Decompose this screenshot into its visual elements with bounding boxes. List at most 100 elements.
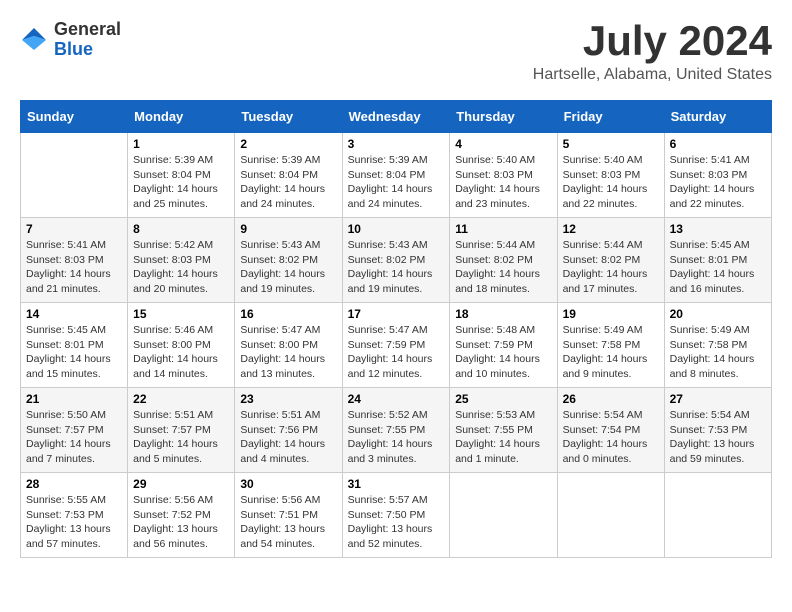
day-number: 18 [455,307,551,321]
day-info: Sunrise: 5:56 AM Sunset: 7:52 PM Dayligh… [133,493,229,552]
calendar-cell: 15Sunrise: 5:46 AM Sunset: 8:00 PM Dayli… [128,303,235,388]
calendar-cell [21,133,128,218]
day-number: 8 [133,222,229,236]
day-info: Sunrise: 5:41 AM Sunset: 8:03 PM Dayligh… [26,238,122,297]
week-row-3: 14 Sunrise: 5:45 AM Sunset: 8:01 PM Dayli… [21,303,772,388]
calendar-cell: 27Sunrise: 5:54 AM Sunset: 7:53 PM Dayli… [664,388,771,473]
calendar-cell: 21 Sunrise: 5:50 AM Sunset: 7:57 PM Dayli… [21,388,128,473]
header-day-friday: Friday [557,101,664,133]
logo-blue: Blue [54,40,121,60]
calendar-cell: 29 Sunrise: 5:56 AM Sunset: 7:52 PM Dayli… [128,473,235,558]
week-row-1: 1 Sunrise: 5:39 AM Sunset: 8:04 PM Daylig… [21,133,772,218]
day-number: 7 [26,222,122,236]
day-number: 30 [240,477,336,491]
location-title: Hartselle, Alabama, United States [533,66,772,84]
logo-general: General [54,20,121,40]
header: General Blue July 2024 Hartselle, Alabam… [20,20,772,84]
calendar-cell: 8Sunrise: 5:42 AM Sunset: 8:03 PM Daylig… [128,218,235,303]
calendar-cell [450,473,557,558]
day-info: Sunrise: 5:49 AM Sunset: 7:58 PM Dayligh… [670,323,766,382]
calendar-cell: 3Sunrise: 5:39 AM Sunset: 8:04 PM Daylig… [342,133,450,218]
calendar-cell: 9 Sunrise: 5:43 AM Sunset: 8:02 PM Daylig… [235,218,342,303]
day-number: 11 [455,222,551,236]
calendar-cell: 1Sunrise: 5:39 AM Sunset: 8:04 PM Daylig… [128,133,235,218]
calendar-cell: 31 Sunrise: 5:57 AM Sunset: 7:50 PM Dayli… [342,473,450,558]
calendar-cell: 26 Sunrise: 5:54 AM Sunset: 7:54 PM Dayli… [557,388,664,473]
day-number: 1 [133,137,229,151]
day-info: Sunrise: 5:55 AM Sunset: 7:53 PM Dayligh… [26,493,122,552]
day-info: Sunrise: 5:44 AM Sunset: 8:02 PM Dayligh… [563,238,659,297]
logo-text: General Blue [54,20,121,60]
day-number: 16 [240,307,336,321]
day-number: 26 [563,392,659,406]
day-info: Sunrise: 5:54 AM Sunset: 7:54 PM Dayligh… [563,408,659,467]
day-info: Sunrise: 5:40 AM Sunset: 8:03 PM Dayligh… [563,153,659,212]
day-number: 3 [348,137,445,151]
header-day-tuesday: Tuesday [235,101,342,133]
calendar-cell [664,473,771,558]
day-number: 12 [563,222,659,236]
title-section: July 2024 Hartselle, Alabama, United Sta… [533,20,772,84]
day-info: Sunrise: 5:47 AM Sunset: 8:00 PM Dayligh… [240,323,336,382]
day-number: 22 [133,392,229,406]
calendar-cell: 17 Sunrise: 5:47 AM Sunset: 7:59 PM Dayli… [342,303,450,388]
day-number: 21 [26,392,122,406]
day-number: 17 [348,307,445,321]
day-number: 25 [455,392,551,406]
day-info: Sunrise: 5:51 AM Sunset: 7:57 PM Dayligh… [133,408,229,467]
day-info: Sunrise: 5:45 AM Sunset: 8:01 PM Dayligh… [26,323,122,382]
day-info: Sunrise: 5:51 AM Sunset: 7:56 PM Dayligh… [240,408,336,467]
day-info: Sunrise: 5:40 AM Sunset: 8:03 PM Dayligh… [455,153,551,212]
calendar-cell: 14 Sunrise: 5:45 AM Sunset: 8:01 PM Dayli… [21,303,128,388]
calendar-table: SundayMondayTuesdayWednesdayThursdayFrid… [20,100,772,558]
calendar-cell: 12 Sunrise: 5:44 AM Sunset: 8:02 PM Dayli… [557,218,664,303]
day-number: 6 [670,137,766,151]
calendar-cell: 28 Sunrise: 5:55 AM Sunset: 7:53 PM Dayli… [21,473,128,558]
calendar-cell: 10 Sunrise: 5:43 AM Sunset: 8:02 PM Dayli… [342,218,450,303]
calendar-cell: 18 Sunrise: 5:48 AM Sunset: 7:59 PM Dayli… [450,303,557,388]
logo: General Blue [20,20,121,60]
header-day-monday: Monday [128,101,235,133]
calendar-cell: 22 Sunrise: 5:51 AM Sunset: 7:57 PM Dayli… [128,388,235,473]
day-number: 31 [348,477,445,491]
calendar-cell: 23 Sunrise: 5:51 AM Sunset: 7:56 PM Dayli… [235,388,342,473]
header-day-saturday: Saturday [664,101,771,133]
calendar-cell: 6Sunrise: 5:41 AM Sunset: 8:03 PM Daylig… [664,133,771,218]
day-number: 9 [240,222,336,236]
header-day-sunday: Sunday [21,101,128,133]
calendar-cell: 19 Sunrise: 5:49 AM Sunset: 7:58 PM Dayli… [557,303,664,388]
calendar-cell [557,473,664,558]
day-number: 23 [240,392,336,406]
day-info: Sunrise: 5:45 AM Sunset: 8:01 PM Dayligh… [670,238,766,297]
day-number: 10 [348,222,445,236]
day-info: Sunrise: 5:39 AM Sunset: 8:04 PM Dayligh… [240,153,336,212]
calendar-cell: 30Sunrise: 5:56 AM Sunset: 7:51 PM Dayli… [235,473,342,558]
day-number: 4 [455,137,551,151]
day-info: Sunrise: 5:48 AM Sunset: 7:59 PM Dayligh… [455,323,551,382]
day-info: Sunrise: 5:50 AM Sunset: 7:57 PM Dayligh… [26,408,122,467]
day-info: Sunrise: 5:49 AM Sunset: 7:58 PM Dayligh… [563,323,659,382]
day-info: Sunrise: 5:54 AM Sunset: 7:53 PM Dayligh… [670,408,766,467]
calendar-cell: 7 Sunrise: 5:41 AM Sunset: 8:03 PM Daylig… [21,218,128,303]
calendar-cell: 4 Sunrise: 5:40 AM Sunset: 8:03 PM Daylig… [450,133,557,218]
day-info: Sunrise: 5:43 AM Sunset: 8:02 PM Dayligh… [348,238,445,297]
day-number: 29 [133,477,229,491]
calendar-cell: 13 Sunrise: 5:45 AM Sunset: 8:01 PM Dayli… [664,218,771,303]
header-day-wednesday: Wednesday [342,101,450,133]
day-info: Sunrise: 5:57 AM Sunset: 7:50 PM Dayligh… [348,493,445,552]
day-number: 14 [26,307,122,321]
day-number: 28 [26,477,122,491]
header-day-thursday: Thursday [450,101,557,133]
week-row-5: 28 Sunrise: 5:55 AM Sunset: 7:53 PM Dayli… [21,473,772,558]
day-number: 24 [348,392,445,406]
day-number: 20 [670,307,766,321]
day-info: Sunrise: 5:47 AM Sunset: 7:59 PM Dayligh… [348,323,445,382]
calendar-cell: 16 Sunrise: 5:47 AM Sunset: 8:00 PM Dayli… [235,303,342,388]
week-row-4: 21 Sunrise: 5:50 AM Sunset: 7:57 PM Dayli… [21,388,772,473]
day-info: Sunrise: 5:43 AM Sunset: 8:02 PM Dayligh… [240,238,336,297]
month-year-title: July 2024 [533,20,772,62]
calendar-cell: 11Sunrise: 5:44 AM Sunset: 8:02 PM Dayli… [450,218,557,303]
week-row-2: 7 Sunrise: 5:41 AM Sunset: 8:03 PM Daylig… [21,218,772,303]
day-number: 13 [670,222,766,236]
day-number: 19 [563,307,659,321]
